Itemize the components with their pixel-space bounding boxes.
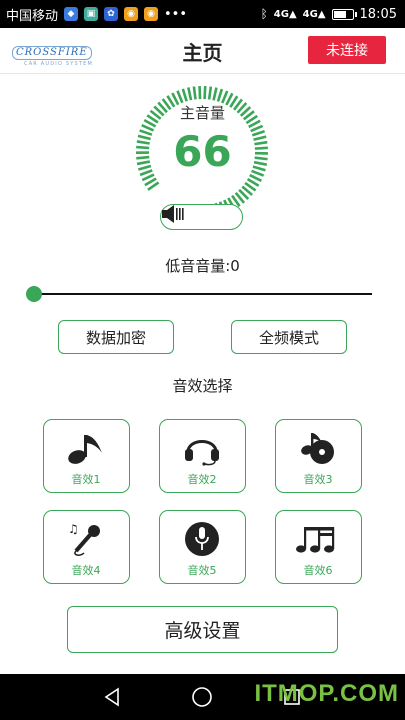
effect-1-button[interactable]: 音效1 <box>43 419 130 493</box>
fullband-mode-button[interactable]: 全频模式 <box>231 320 347 354</box>
battery-fill <box>333 10 347 18</box>
clock: 18:05 <box>359 6 397 22</box>
app-header: CROSSFIRE CAR AUDIO SYSTEM 主页 未连接 <box>0 28 405 74</box>
effect-3-button[interactable]: 音效3 <box>275 419 362 493</box>
status-bar: 中国移动 ◆ ▣ ✿ ◉ ◉ ••• ᛒ 4G▲ 4G▲ 18:05 <box>0 0 405 28</box>
connect-button[interactable]: 未连接 <box>308 36 386 64</box>
effects-title: 音效选择 <box>172 377 233 395</box>
music-disc-icon <box>276 428 360 468</box>
headphones-icon <box>160 428 244 468</box>
weibo2-app-icon: ◉ <box>144 7 159 21</box>
volume-value: 66 <box>173 127 232 176</box>
shield-app-icon: ◆ <box>64 7 79 21</box>
mute-button[interactable] <box>160 204 243 230</box>
volume-tick <box>212 87 218 101</box>
effect-6-label: 音效6 <box>303 564 333 577</box>
volume-label: 主音量 <box>179 104 225 122</box>
effect-6-button[interactable]: 音效6 <box>275 510 362 584</box>
gallery-app-icon: ▣ <box>84 7 99 21</box>
effect-4-button[interactable]: ♫ 音效4 <box>43 510 130 584</box>
volume-tick <box>181 88 188 102</box>
battery-icon <box>331 8 357 20</box>
volume-tick <box>216 88 224 102</box>
brand-name: CROSSFIRE <box>12 46 92 60</box>
home-icon[interactable] <box>188 684 216 710</box>
data-encrypt-button[interactable]: 数据加密 <box>58 320 174 354</box>
volume-tick <box>192 86 197 100</box>
brand-tagline: CAR AUDIO SYSTEM <box>24 61 94 67</box>
volume-tick <box>187 87 193 101</box>
network-type-2: 4G▲ <box>302 8 326 20</box>
more-notifications-icon: ••• <box>164 6 188 22</box>
vinyl-mic-icon <box>160 519 244 559</box>
music-note-icon <box>44 428 128 468</box>
effect-4-label: 音效4 <box>71 564 101 577</box>
effect-3-label: 音效3 <box>303 473 333 486</box>
bass-volume-label: 低音音量:0 <box>165 257 240 275</box>
volume-tick <box>207 86 213 100</box>
back-icon[interactable] <box>98 684 126 710</box>
brand-logo: CROSSFIRE CAR AUDIO SYSTEM <box>12 40 102 67</box>
baidu-app-icon: ✿ <box>104 7 119 21</box>
svg-text:♫: ♫ <box>68 522 79 536</box>
master-volume-gauge[interactable]: 主音量 66 <box>115 82 290 237</box>
volume-tick <box>203 86 207 100</box>
effect-1-label: 音效1 <box>71 473 101 486</box>
watermark: ITMOP.COM <box>254 680 399 707</box>
bass-slider[interactable] <box>26 284 372 304</box>
effect-5-label: 音效5 <box>187 564 217 577</box>
carrier-label: 中国移动 <box>6 8 59 24</box>
microphone-icon: ♫ <box>44 519 128 559</box>
weibo-app-icon: ◉ <box>124 7 139 21</box>
speaker-icon <box>162 205 184 223</box>
advanced-settings-button[interactable]: 高级设置 <box>67 606 338 653</box>
bass-slider-track <box>32 293 372 295</box>
network-type: 4G▲ <box>273 8 297 20</box>
effect-2-label: 音效2 <box>187 473 217 486</box>
effect-2-button[interactable]: 音效2 <box>159 419 246 493</box>
bluetooth-icon: ᛒ <box>260 7 268 21</box>
effect-5-button[interactable]: 音效5 <box>159 510 246 584</box>
volume-tick <box>176 90 184 104</box>
bass-slider-thumb[interactable] <box>26 286 42 302</box>
sixteenth-notes-icon <box>276 519 360 559</box>
